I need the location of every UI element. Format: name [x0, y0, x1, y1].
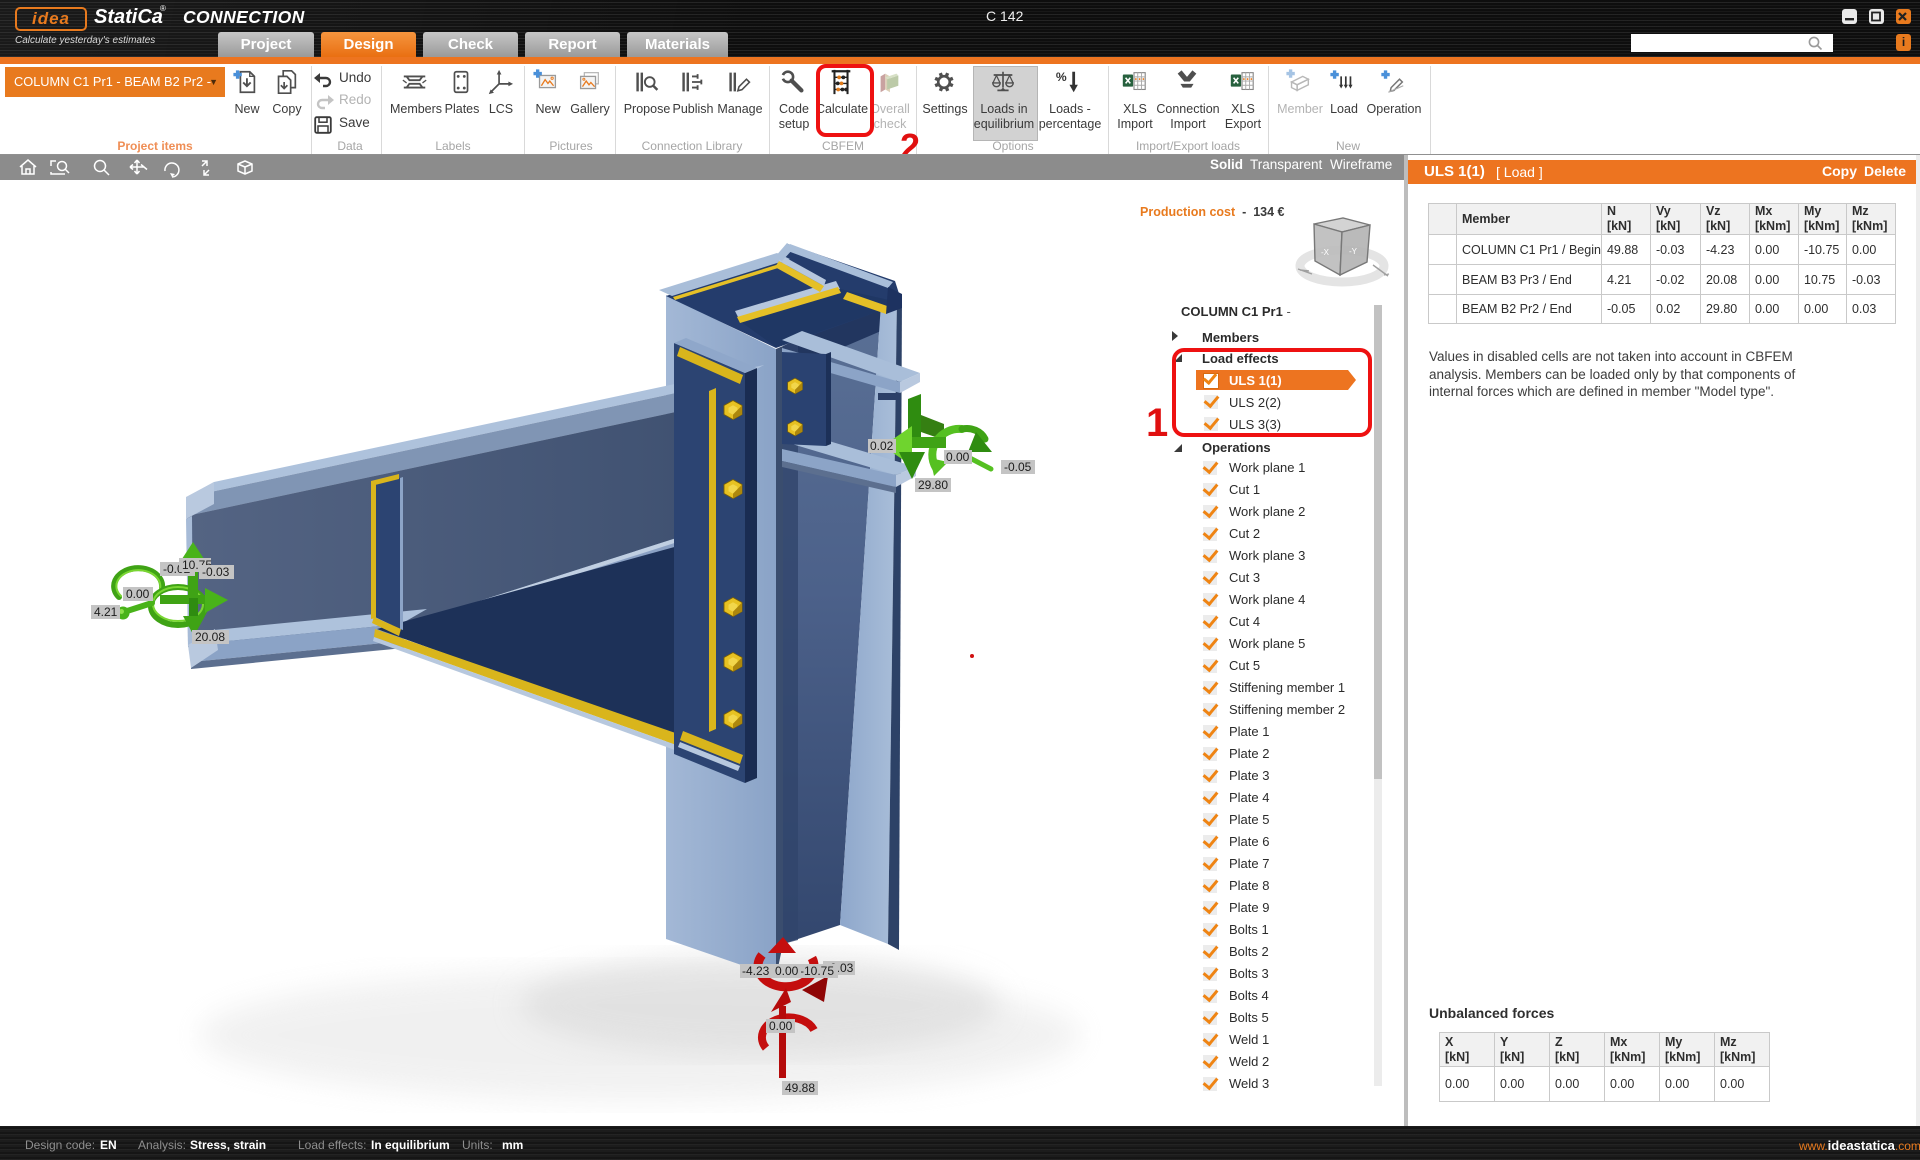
- svg-text:0.00: 0.00: [775, 964, 799, 978]
- svg-text:-X: -X: [1321, 248, 1330, 257]
- svg-text:-4.23: -4.23: [742, 964, 770, 978]
- svg-text:29.80: 29.80: [918, 478, 948, 492]
- svg-text:4.21: 4.21: [94, 605, 118, 619]
- svg-text:-Y: -Y: [1349, 247, 1358, 256]
- svg-text:49.88: 49.88: [785, 1081, 815, 1095]
- svg-text:-10.75: -10.75: [800, 964, 834, 978]
- svg-text:-0.05: -0.05: [1004, 460, 1032, 474]
- svg-text:0.02: 0.02: [870, 439, 894, 453]
- svg-text:0.00: 0.00: [946, 450, 970, 464]
- svg-text:%: %: [1056, 70, 1067, 84]
- svg-text:20.08: 20.08: [195, 630, 225, 644]
- svg-text:0.00: 0.00: [769, 1019, 793, 1033]
- svg-text:0.00: 0.00: [126, 587, 150, 601]
- svg-text:-0.03: -0.03: [202, 565, 230, 579]
